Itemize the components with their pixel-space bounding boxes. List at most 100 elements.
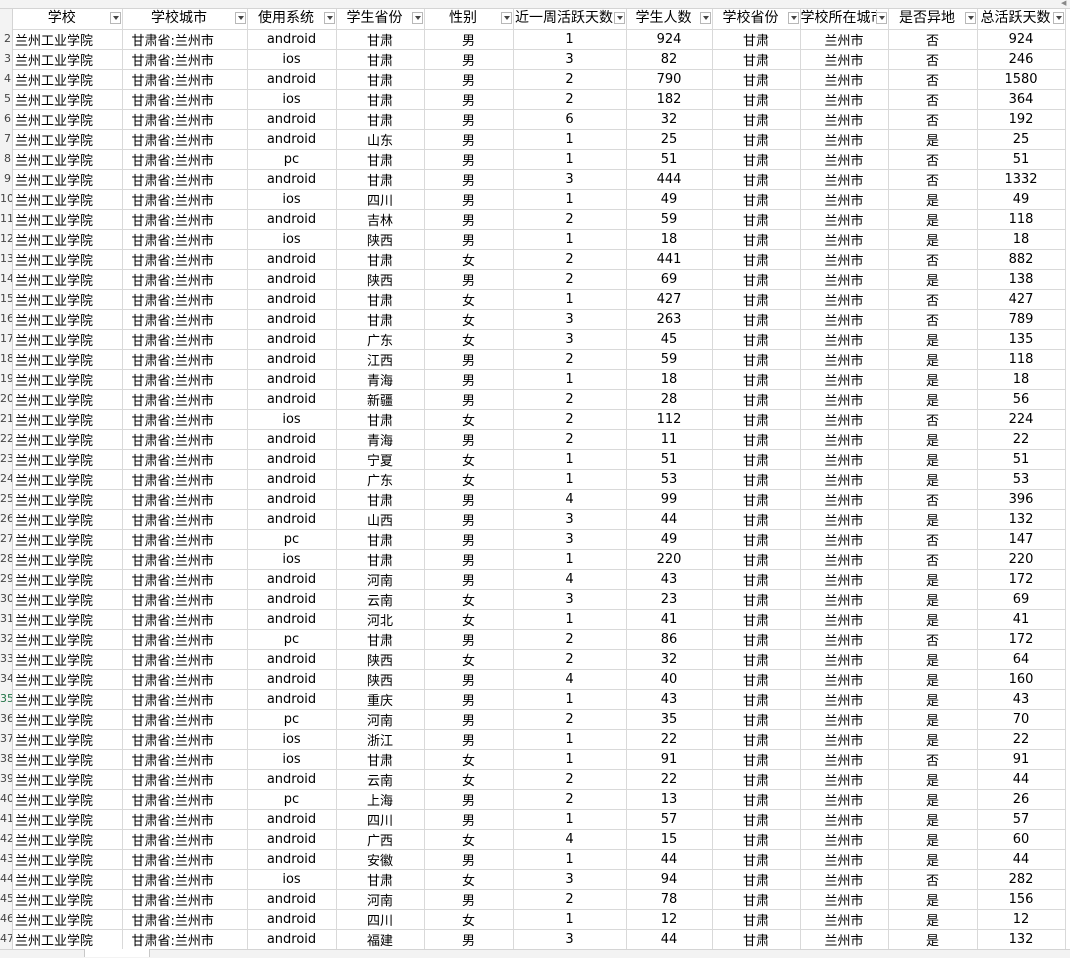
- cell-school-city[interactable]: 甘肃省:兰州市: [122, 29, 248, 50]
- row-number[interactable]: 32: [0, 629, 12, 649]
- cell-school-province[interactable]: 甘肃: [712, 209, 801, 230]
- cell-school[interactable]: 兰州工业学院: [13, 649, 123, 670]
- cell-total-active-days[interactable]: 224: [977, 409, 1066, 430]
- cell-student-province[interactable]: 甘肃: [336, 109, 425, 130]
- cell-student-province[interactable]: 重庆: [336, 689, 425, 710]
- cell-os[interactable]: android: [247, 369, 337, 390]
- cell-weekly-active-days[interactable]: 3: [513, 169, 627, 190]
- cell-student-count[interactable]: 32: [626, 649, 713, 670]
- cell-student-province[interactable]: 甘肃: [336, 149, 425, 170]
- cell-out-of-province[interactable]: 否: [888, 69, 978, 90]
- cell-student-count[interactable]: 43: [626, 689, 713, 710]
- row-number[interactable]: 13: [0, 249, 12, 269]
- cell-os[interactable]: android: [247, 589, 337, 610]
- cell-gender[interactable]: 男: [424, 789, 514, 810]
- cell-out-of-province[interactable]: 是: [888, 829, 978, 850]
- cell-student-count[interactable]: 57: [626, 809, 713, 830]
- cell-student-province[interactable]: 福建: [336, 929, 425, 950]
- cell-total-active-days[interactable]: 1580: [977, 69, 1066, 90]
- cell-student-count[interactable]: 13: [626, 789, 713, 810]
- cell-gender[interactable]: 女: [424, 329, 514, 350]
- cell-total-active-days[interactable]: 51: [977, 449, 1066, 470]
- cell-os[interactable]: android: [247, 29, 337, 50]
- cell-out-of-province[interactable]: 是: [888, 569, 978, 590]
- cell-student-province[interactable]: 河南: [336, 889, 425, 910]
- cell-student-count[interactable]: 44: [626, 509, 713, 530]
- cell-student-province[interactable]: 上海: [336, 789, 425, 810]
- cell-school-province[interactable]: 甘肃: [712, 289, 801, 310]
- cell-school[interactable]: 兰州工业学院: [13, 829, 123, 850]
- cell-gender[interactable]: 男: [424, 669, 514, 690]
- cell-gender[interactable]: 男: [424, 849, 514, 870]
- cell-school-city[interactable]: 甘肃省:兰州市: [122, 269, 248, 290]
- cell-student-count[interactable]: 94: [626, 869, 713, 890]
- cell-out-of-province[interactable]: 是: [888, 329, 978, 350]
- row-number[interactable]: 26: [0, 509, 12, 529]
- cell-student-province[interactable]: 陕西: [336, 269, 425, 290]
- cell-os[interactable]: android: [247, 309, 337, 330]
- cell-gender[interactable]: 女: [424, 469, 514, 490]
- row-number[interactable]: 43: [0, 849, 12, 869]
- row-number[interactable]: 6: [0, 109, 12, 129]
- row-number[interactable]: 23: [0, 449, 12, 469]
- cell-school[interactable]: 兰州工业学院: [13, 549, 123, 570]
- cell-school-province[interactable]: 甘肃: [712, 469, 801, 490]
- cell-student-province[interactable]: 江西: [336, 349, 425, 370]
- cell-student-count[interactable]: 23: [626, 589, 713, 610]
- cell-os[interactable]: android: [247, 469, 337, 490]
- cell-school-located-city[interactable]: 兰州市: [800, 449, 889, 470]
- cell-total-active-days[interactable]: 118: [977, 349, 1066, 370]
- filter-dropdown-icon[interactable]: [787, 12, 799, 24]
- cell-os[interactable]: android: [247, 649, 337, 670]
- cell-school-province[interactable]: 甘肃: [712, 409, 801, 430]
- cell-school-located-city[interactable]: 兰州市: [800, 869, 889, 890]
- cell-weekly-active-days[interactable]: 2: [513, 649, 627, 670]
- cell-total-active-days[interactable]: 43: [977, 689, 1066, 710]
- cell-school[interactable]: 兰州工业学院: [13, 349, 123, 370]
- cell-gender[interactable]: 女: [424, 769, 514, 790]
- cell-total-active-days[interactable]: 192: [977, 109, 1066, 130]
- cell-school-located-city[interactable]: 兰州市: [800, 769, 889, 790]
- cell-out-of-province[interactable]: 是: [888, 849, 978, 870]
- cell-school[interactable]: 兰州工业学院: [13, 869, 123, 890]
- cell-school-province[interactable]: 甘肃: [712, 489, 801, 510]
- cell-gender[interactable]: 女: [424, 649, 514, 670]
- cell-weekly-active-days[interactable]: 1: [513, 689, 627, 710]
- cell-school-located-city[interactable]: 兰州市: [800, 829, 889, 850]
- cell-weekly-active-days[interactable]: 1: [513, 809, 627, 830]
- cell-student-count[interactable]: 59: [626, 209, 713, 230]
- cell-os[interactable]: android: [247, 489, 337, 510]
- header-cell-out-of-province[interactable]: 是否异地: [888, 9, 978, 30]
- cell-gender[interactable]: 男: [424, 49, 514, 70]
- cell-school-located-city[interactable]: 兰州市: [800, 849, 889, 870]
- header-cell-school[interactable]: 学校: [13, 9, 123, 30]
- cell-gender[interactable]: 男: [424, 149, 514, 170]
- cell-total-active-days[interactable]: 22: [977, 729, 1066, 750]
- cell-school-province[interactable]: 甘肃: [712, 609, 801, 630]
- cell-school-city[interactable]: 甘肃省:兰州市: [122, 349, 248, 370]
- cell-school-province[interactable]: 甘肃: [712, 749, 801, 770]
- cell-school-located-city[interactable]: 兰州市: [800, 369, 889, 390]
- row-number[interactable]: 27: [0, 529, 12, 549]
- cell-out-of-province[interactable]: 否: [888, 549, 978, 570]
- cell-student-province[interactable]: 青海: [336, 429, 425, 450]
- cell-out-of-province[interactable]: 是: [888, 929, 978, 950]
- row-number[interactable]: 20: [0, 389, 12, 409]
- cell-school-city[interactable]: 甘肃省:兰州市: [122, 329, 248, 350]
- cell-school-city[interactable]: 甘肃省:兰州市: [122, 109, 248, 130]
- row-number[interactable]: 45: [0, 889, 12, 909]
- cell-out-of-province[interactable]: 是: [888, 269, 978, 290]
- cell-weekly-active-days[interactable]: 6: [513, 109, 627, 130]
- cell-school[interactable]: 兰州工业学院: [13, 889, 123, 910]
- cell-school-city[interactable]: 甘肃省:兰州市: [122, 749, 248, 770]
- cell-student-count[interactable]: 263: [626, 309, 713, 330]
- cell-weekly-active-days[interactable]: 3: [513, 49, 627, 70]
- cell-school[interactable]: 兰州工业学院: [13, 229, 123, 250]
- cell-school-city[interactable]: 甘肃省:兰州市: [122, 709, 248, 730]
- cell-student-province[interactable]: 甘肃: [336, 549, 425, 570]
- cell-school-city[interactable]: 甘肃省:兰州市: [122, 589, 248, 610]
- cell-student-province[interactable]: 甘肃: [336, 309, 425, 330]
- cell-student-count[interactable]: 790: [626, 69, 713, 90]
- cell-out-of-province[interactable]: 是: [888, 369, 978, 390]
- row-number[interactable]: 36: [0, 709, 12, 729]
